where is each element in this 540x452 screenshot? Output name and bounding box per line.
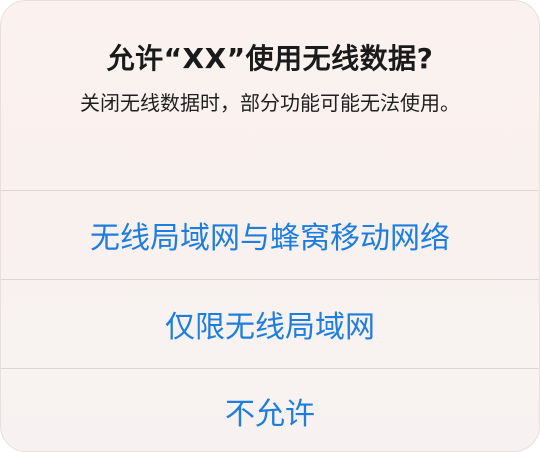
wlan-only-label: 仅限无线局域网 [165,310,375,345]
permission-alert: 允许“XX”使用无线数据? 关闭无线数据时，部分功能可能无法使用。 无线局域网与… [0,0,540,452]
allow-wlan-and-cellular-button[interactable]: 无线局域网与蜂窝移动网络 [1,191,539,279]
dont-allow-label: 不允许 [225,397,315,432]
alert-title: 允许“XX”使用无线数据? [106,42,434,75]
dont-allow-button[interactable]: 不允许 [1,369,539,451]
alert-header: 允许“XX”使用无线数据? 关闭无线数据时，部分功能可能无法使用。 [1,1,539,190]
wlan-only-button[interactable]: 仅限无线局域网 [1,280,539,368]
allow-wlan-and-cellular-label: 无线局域网与蜂窝移动网络 [90,221,450,256]
alert-message: 关闭无线数据时，部分功能可能无法使用。 [80,91,460,115]
